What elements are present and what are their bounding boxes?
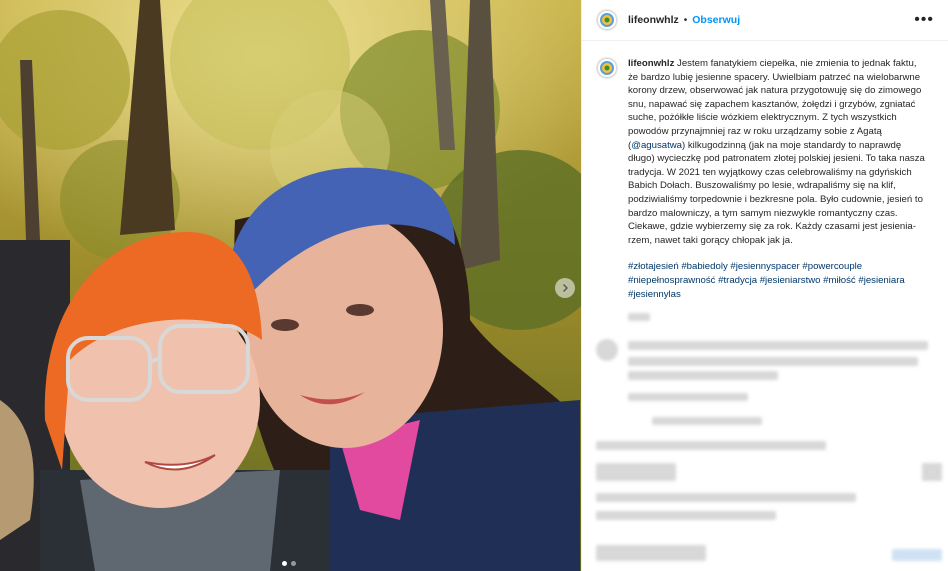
post-header: lifeonwhlz • Obserwuj •••	[582, 0, 948, 41]
more-horizontal-icon[interactable]: •••	[914, 11, 934, 29]
caption-avatar[interactable]	[596, 57, 618, 79]
blurred-text	[628, 393, 748, 401]
blurred-text	[596, 511, 776, 520]
blurred-text	[596, 493, 856, 502]
blurred-button	[892, 549, 942, 561]
blurred-text	[596, 463, 676, 481]
carousel-dot	[291, 561, 296, 566]
blurred-avatar	[596, 339, 618, 361]
follow-button[interactable]: Obserwuj	[692, 14, 740, 26]
chevron-right-icon	[563, 284, 568, 292]
avatar-icon	[597, 10, 617, 30]
comments-section-blurred	[582, 305, 948, 571]
blurred-text	[596, 545, 706, 561]
post-caption: lifeonwhlz Jestem fanatykiem ciepełka, n…	[582, 41, 948, 301]
caption-body-2: ) kilkugodzinną (jak na moje standardy t…	[628, 139, 925, 246]
caption-text: lifeonwhlz Jestem fanatykiem ciepełka, n…	[628, 57, 928, 301]
blurred-text	[628, 357, 918, 366]
blurred-text	[628, 341, 928, 350]
caption-username[interactable]: lifeonwhlz	[628, 58, 674, 69]
post-side-panel: lifeonwhlz • Obserwuj ••• lifeonwhlz Jes…	[581, 0, 948, 571]
caption-body-1: Jestem fanatykiem ciepełka, nie zmienia …	[628, 58, 922, 151]
blurred-text	[628, 371, 778, 380]
blurred-text	[652, 417, 762, 425]
post-photo[interactable]	[0, 0, 581, 571]
mention-link[interactable]: @agusatwa	[631, 140, 682, 151]
username-link[interactable]: lifeonwhlz	[628, 14, 679, 26]
photo-illustration	[0, 0, 581, 571]
carousel-next-button[interactable]	[555, 278, 575, 298]
avatar[interactable]	[596, 9, 618, 31]
blurred-text	[596, 441, 826, 450]
hashtags[interactable]: #złotajesień #babiedoly #jesiennyspacer …	[628, 260, 928, 301]
blurred-icon	[922, 463, 942, 481]
blurred-text	[628, 313, 650, 321]
avatar-icon	[597, 58, 617, 78]
carousel-indicator	[282, 561, 296, 566]
separator-dot: •	[683, 14, 688, 26]
carousel-dot-active	[282, 561, 287, 566]
